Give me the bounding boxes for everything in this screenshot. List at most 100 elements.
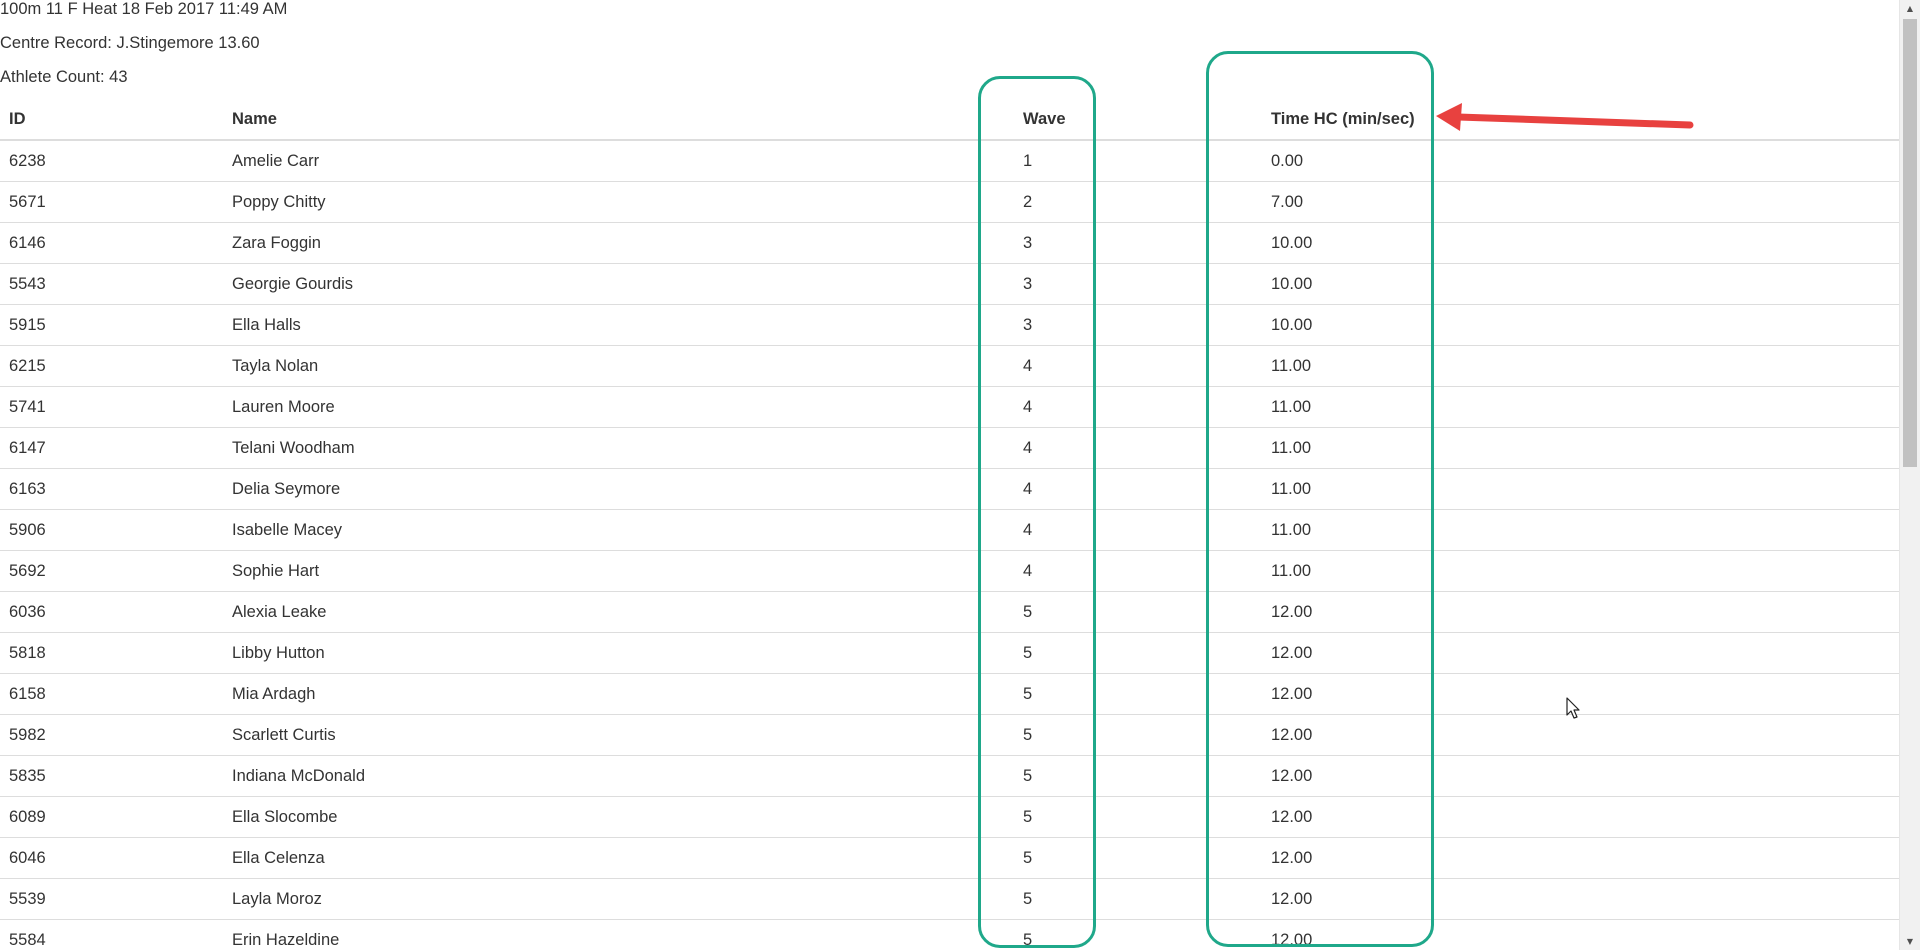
heat-results-content: 100m 11 F Heat 18 Feb 2017 11:49 AM Cent…: [0, 0, 1899, 950]
cell-id: 6147: [0, 427, 223, 469]
table-row: 5906 Isabelle Macey 4 11.00: [0, 509, 1899, 551]
cell-name: Poppy Chitty: [223, 181, 1014, 223]
cell-id: 5692: [0, 550, 223, 592]
cell-time: 11.00: [1262, 345, 1899, 387]
cell-id: 6146: [0, 222, 223, 264]
cell-id: 6158: [0, 673, 223, 715]
cell-name: Tayla Nolan: [223, 345, 1014, 387]
table-header-row: ID Name Wave Time HC (min/sec): [0, 100, 1899, 141]
cell-time: 10.00: [1262, 222, 1899, 264]
cell-wave: 4: [1014, 509, 1262, 551]
cell-wave: 1: [1014, 140, 1262, 182]
vertical-scrollbar[interactable]: ▲ ▼: [1899, 0, 1920, 950]
table-row: 6147 Telani Woodham 4 11.00: [0, 427, 1899, 469]
scrollbar-thumb[interactable]: [1903, 19, 1917, 467]
cell-wave: 4: [1014, 427, 1262, 469]
cell-wave: 5: [1014, 591, 1262, 633]
cell-id: 6238: [0, 140, 223, 182]
cell-time: 11.00: [1262, 468, 1899, 510]
cell-id: 6046: [0, 837, 223, 879]
table-row: 5915 Ella Halls 3 10.00: [0, 304, 1899, 346]
table-row: 5584 Erin Hazeldine 5 12.00: [0, 919, 1899, 950]
cell-id: 5671: [0, 181, 223, 223]
results-table: ID Name Wave Time HC (min/sec) 6238 Ameli…: [0, 100, 1899, 950]
table-row: 5692 Sophie Hart 4 11.00: [0, 550, 1899, 592]
cell-name: Ella Halls: [223, 304, 1014, 346]
cell-wave: 5: [1014, 837, 1262, 879]
table-row: 5671 Poppy Chitty 2 7.00: [0, 181, 1899, 223]
cell-id: 6089: [0, 796, 223, 838]
cell-time: 12.00: [1262, 755, 1899, 797]
table-row: 5818 Libby Hutton 5 12.00: [0, 632, 1899, 674]
cell-wave: 5: [1014, 632, 1262, 674]
cell-name: Delia Seymore: [223, 468, 1014, 510]
cell-time: 12.00: [1262, 673, 1899, 715]
cell-name: Mia Ardagh: [223, 673, 1014, 715]
cell-time: 0.00: [1262, 140, 1899, 182]
cell-id: 6215: [0, 345, 223, 387]
centre-record: Centre Record: J.Stingemore 13.60: [0, 34, 260, 52]
cell-time: 7.00: [1262, 181, 1899, 223]
cell-wave: 2: [1014, 181, 1262, 223]
table-row: 6163 Delia Seymore 4 11.00: [0, 468, 1899, 510]
cell-name: Lauren Moore: [223, 386, 1014, 428]
scroll-up-arrow-icon[interactable]: ▲: [1900, 0, 1920, 17]
cell-id: 5906: [0, 509, 223, 551]
cell-time: 12.00: [1262, 714, 1899, 756]
cell-id: 5915: [0, 304, 223, 346]
cell-wave: 5: [1014, 673, 1262, 715]
cell-time: 11.00: [1262, 386, 1899, 428]
cell-id: 6036: [0, 591, 223, 633]
cell-id: 5741: [0, 386, 223, 428]
cell-time: 12.00: [1262, 591, 1899, 633]
cell-time: 10.00: [1262, 263, 1899, 305]
cell-time: 12.00: [1262, 919, 1899, 950]
results-body: 6238 Amelie Carr 1 0.00 5671 Poppy Chitty 2 7.0…: [0, 140, 1899, 950]
cell-time: 12.00: [1262, 878, 1899, 920]
cell-name: Zara Foggin: [223, 222, 1014, 264]
cell-id: 5835: [0, 755, 223, 797]
cell-name: Scarlett Curtis: [223, 714, 1014, 756]
cell-wave: 3: [1014, 263, 1262, 305]
scroll-down-arrow-icon[interactable]: ▼: [1900, 933, 1920, 950]
column-header-id: ID: [0, 100, 223, 141]
cell-id: 5982: [0, 714, 223, 756]
cell-time: 12.00: [1262, 837, 1899, 879]
cell-wave: 4: [1014, 345, 1262, 387]
table-row: 6158 Mia Ardagh 5 12.00: [0, 673, 1899, 715]
table-row: 6046 Ella Celenza 5 12.00: [0, 837, 1899, 879]
table-row: 5741 Lauren Moore 4 11.00: [0, 386, 1899, 428]
cell-wave: 5: [1014, 919, 1262, 950]
cell-name: Sophie Hart: [223, 550, 1014, 592]
cell-id: 5584: [0, 919, 223, 950]
cell-wave: 3: [1014, 304, 1262, 346]
cell-name: Alexia Leake: [223, 591, 1014, 633]
cell-time: 12.00: [1262, 632, 1899, 674]
cell-wave: 4: [1014, 386, 1262, 428]
cell-time: 11.00: [1262, 550, 1899, 592]
cell-wave: 4: [1014, 550, 1262, 592]
cell-wave: 4: [1014, 468, 1262, 510]
cell-id: 6163: [0, 468, 223, 510]
table-row: 5543 Georgie Gourdis 3 10.00: [0, 263, 1899, 305]
cell-name: Erin Hazeldine: [223, 919, 1014, 950]
column-header-name: Name: [223, 100, 1014, 141]
cell-name: Layla Moroz: [223, 878, 1014, 920]
cell-id: 5539: [0, 878, 223, 920]
cell-wave: 5: [1014, 755, 1262, 797]
cell-id: 5543: [0, 263, 223, 305]
table-row: 6146 Zara Foggin 3 10.00: [0, 222, 1899, 264]
cell-wave: 3: [1014, 222, 1262, 264]
table-row: 6036 Alexia Leake 5 12.00: [0, 591, 1899, 633]
table-row: 6215 Tayla Nolan 4 11.00: [0, 345, 1899, 387]
cell-name: Ella Celenza: [223, 837, 1014, 879]
cell-name: Georgie Gourdis: [223, 263, 1014, 305]
cell-time: 11.00: [1262, 427, 1899, 469]
cell-name: Amelie Carr: [223, 140, 1014, 182]
event-title: 100m 11 F Heat 18 Feb 2017 11:49 AM: [0, 0, 288, 18]
cell-time: 10.00: [1262, 304, 1899, 346]
athlete-count: Athlete Count: 43: [0, 68, 128, 86]
column-header-wave: Wave: [1014, 100, 1262, 141]
cell-name: Telani Woodham: [223, 427, 1014, 469]
table-row: 6089 Ella Slocombe 5 12.00: [0, 796, 1899, 838]
